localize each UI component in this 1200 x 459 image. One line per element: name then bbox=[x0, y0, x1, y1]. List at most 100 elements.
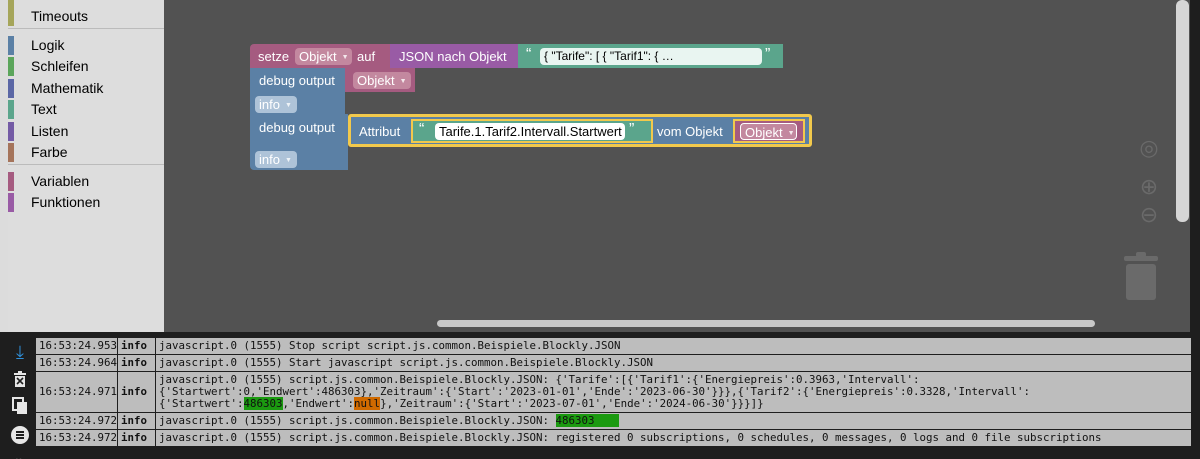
dropdown-arrow-icon: ▼ bbox=[284, 157, 292, 164]
json-text-block[interactable]: “ { "Tarife": [ { "Tarif1": { … ” bbox=[518, 44, 783, 68]
dropdown-arrow-icon: ▼ bbox=[399, 78, 407, 85]
log-message: javascript.0 (1555) script.js.common.Bei… bbox=[156, 372, 1192, 412]
toolbox-category-text[interactable]: Text bbox=[8, 99, 164, 120]
zoom-out-icon[interactable]: ⊖ bbox=[1136, 204, 1162, 226]
toolbox-category-mathematik[interactable]: Mathematik bbox=[8, 78, 164, 99]
log-panel: ⤓ » 16:53:24.953 info javascript.0 (1555… bbox=[0, 332, 1200, 459]
set-variable-name: Objekt bbox=[299, 49, 337, 64]
debug-output-label: debug output bbox=[259, 120, 335, 135]
variable-getter-dropdown[interactable]: Objekt ▼ bbox=[740, 123, 797, 140]
category-label: Mathematik bbox=[31, 80, 104, 96]
highlight-value: 486303 bbox=[555, 414, 619, 427]
log-time: 16:53:24.964 bbox=[36, 355, 118, 371]
scroll-down-icon[interactable]: ⤓ bbox=[8, 340, 32, 364]
log-row: 16:53:24.971 info javascript.0 (1555) sc… bbox=[36, 372, 1192, 413]
toolbox-separator bbox=[8, 28, 164, 29]
toolbox-category-logik[interactable]: Logik bbox=[8, 35, 164, 56]
crosshair-icon[interactable]: ◎ bbox=[1136, 137, 1162, 159]
log-toolbar: ⤓ » bbox=[0, 338, 36, 459]
category-color-bar bbox=[8, 122, 14, 141]
toolbox-category-timeouts[interactable]: Timeouts bbox=[8, 6, 164, 27]
debug-level-dropdown[interactable]: info ▼ bbox=[255, 96, 297, 113]
log-row: 16:53:24.953 info javascript.0 (1555) St… bbox=[36, 338, 1192, 355]
toolbox-category-funktionen[interactable]: Funktionen bbox=[8, 192, 164, 213]
category-color-bar bbox=[8, 193, 14, 212]
debug-level-value: info bbox=[259, 97, 280, 112]
attribute-of-object-block[interactable]: Attribut “ Tarife.1.Tarif2.Intervall.Sta… bbox=[348, 114, 812, 147]
category-color-bar bbox=[8, 36, 14, 55]
variable-getter-block[interactable]: Objekt ▼ bbox=[345, 68, 415, 92]
highlight-null: null bbox=[354, 397, 381, 410]
dropdown-arrow-icon: ▼ bbox=[341, 54, 349, 61]
horizontal-scrollbar[interactable] bbox=[437, 320, 1095, 327]
toolbox-category-listen[interactable]: Listen bbox=[8, 121, 164, 142]
set-to-label: auf bbox=[357, 49, 376, 64]
collapse-icon[interactable]: » bbox=[8, 450, 32, 459]
category-color-bar bbox=[8, 143, 14, 162]
category-label: Logik bbox=[31, 37, 65, 53]
log-message: javascript.0 (1555) Stop script script.j… bbox=[156, 338, 1192, 354]
log-severity: info bbox=[118, 430, 156, 446]
category-color-bar bbox=[8, 7, 14, 26]
log-message: javascript.0 (1555) Start javascript scr… bbox=[156, 355, 1192, 371]
zoom-in-icon[interactable]: ⊕ bbox=[1136, 176, 1162, 198]
dropdown-arrow-icon: ▼ bbox=[787, 130, 795, 137]
copy-icon[interactable] bbox=[8, 394, 32, 418]
debug-level-dropdown[interactable]: info ▼ bbox=[255, 151, 297, 168]
category-color-bar bbox=[8, 57, 14, 76]
json-to-object-block[interactable]: JSON nach Objekt bbox=[390, 44, 518, 68]
close-quote-icon: ” bbox=[765, 46, 771, 63]
left-edge bbox=[0, 0, 8, 332]
toolbox-category-variablen[interactable]: Variablen bbox=[8, 171, 164, 192]
log-time: 16:53:24.972 bbox=[36, 413, 118, 429]
log-table: 16:53:24.953 info javascript.0 (1555) St… bbox=[36, 338, 1192, 447]
right-edge bbox=[1190, 0, 1200, 332]
category-label: Variablen bbox=[31, 173, 90, 189]
log-time: 16:53:24.972 bbox=[36, 430, 118, 446]
log-severity: info bbox=[118, 338, 156, 354]
log-message-text: },'Zeitraum':{'Start':'2023-07-01','Ende… bbox=[380, 397, 764, 410]
debug-output-block[interactable]: debug output info ▼ bbox=[250, 68, 345, 114]
log-time: 16:53:24.971 bbox=[36, 372, 118, 412]
set-variable-block[interactable]: setze Objekt ▼ auf bbox=[250, 44, 390, 68]
attribute-label: Attribut bbox=[359, 124, 401, 139]
log-severity: info bbox=[118, 355, 156, 371]
category-label: Timeouts bbox=[31, 8, 89, 24]
trash-icon[interactable] bbox=[1124, 252, 1158, 302]
variable-getter-dropdown[interactable]: Objekt ▼ bbox=[353, 72, 411, 89]
log-severity: info bbox=[118, 413, 156, 429]
toolbox-category-schleifen[interactable]: Schleifen bbox=[8, 56, 164, 77]
category-color-bar bbox=[8, 100, 14, 119]
open-quote-icon: “ bbox=[526, 46, 532, 63]
category-color-bar bbox=[8, 79, 14, 98]
variable-name: Objekt bbox=[357, 73, 395, 88]
vertical-scrollbar[interactable] bbox=[1176, 0, 1189, 222]
set-label: setze bbox=[258, 49, 290, 64]
log-row: 16:53:24.972 info javascript.0 (1555) sc… bbox=[36, 413, 1192, 430]
log-severity: info bbox=[118, 372, 156, 412]
category-label: Funktionen bbox=[31, 194, 101, 210]
log-time: 16:53:24.953 bbox=[36, 338, 118, 354]
category-label: Listen bbox=[31, 123, 69, 139]
close-quote-icon: ” bbox=[629, 121, 635, 138]
clear-log-icon[interactable] bbox=[8, 367, 32, 391]
json-to-object-label: JSON nach Objekt bbox=[399, 49, 507, 64]
debug-output-label: debug output bbox=[259, 73, 335, 88]
log-message: javascript.0 (1555) script.js.common.Bei… bbox=[156, 430, 1192, 446]
attribute-path-text-block[interactable]: “ Tarife.1.Tarif2.Intervall.Startwert ” bbox=[411, 119, 653, 143]
debug-output-block[interactable]: debug output info ▼ bbox=[250, 114, 348, 170]
debug-level-value: info bbox=[259, 152, 280, 167]
log-message: javascript.0 (1555) script.js.common.Bei… bbox=[156, 413, 1192, 429]
set-variable-dropdown[interactable]: Objekt ▼ bbox=[295, 48, 352, 65]
toolbox-category-farbe[interactable]: Farbe bbox=[8, 142, 164, 163]
of-object-label: vom Objekt bbox=[657, 124, 723, 139]
category-label: Farbe bbox=[31, 144, 68, 160]
variable-getter-block[interactable]: Objekt ▼ bbox=[733, 119, 805, 143]
category-color-bar bbox=[8, 172, 14, 191]
log-message-text: ,'Endwert': bbox=[282, 397, 355, 410]
filter-icon[interactable] bbox=[8, 423, 32, 447]
blockly-workspace[interactable]: setze Objekt ▼ auf JSON nach Objekt “ { "… bbox=[164, 0, 1190, 332]
attribute-path-field[interactable]: Tarife.1.Tarif2.Intervall.Startwert bbox=[435, 123, 625, 140]
log-row: 16:53:24.972 info javascript.0 (1555) sc… bbox=[36, 430, 1192, 447]
json-text-field[interactable]: { "Tarife": [ { "Tarif1": { … bbox=[540, 48, 762, 65]
